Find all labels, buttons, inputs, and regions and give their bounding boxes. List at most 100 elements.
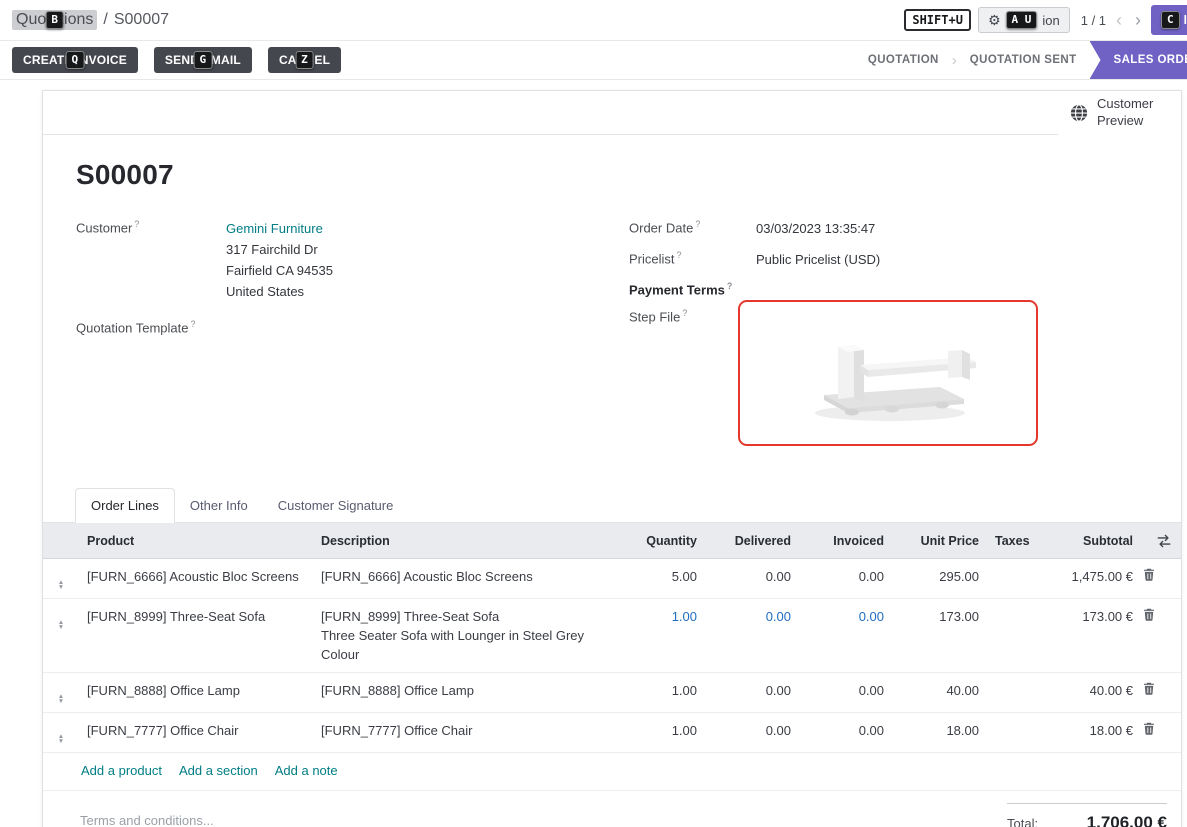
delete-line-button[interactable] <box>1143 568 1155 583</box>
invoiced-cell[interactable]: 0.00 <box>799 673 892 713</box>
delete-line-button[interactable] <box>1143 682 1155 697</box>
invoiced-cell[interactable]: 0.00 <box>799 713 892 753</box>
optional-columns-icon[interactable] <box>1157 534 1171 548</box>
help-marker-icon: ? <box>134 219 139 229</box>
action-toolbar: CREATE INVOICE Q SEND EMAIL G CANCEL Z Q… <box>0 40 1187 80</box>
description-line: [FURN_8999] Three-Seat Sofa <box>321 607 605 626</box>
order-lines-table: ProductDescriptionQuantityDeliveredInvoi… <box>43 523 1181 753</box>
field-value-payment-terms[interactable] <box>756 280 1148 297</box>
description-cell[interactable]: [FURN_8999] Three-Seat SofaThree Seater … <box>313 599 613 673</box>
total-label: Total: <box>1007 816 1038 827</box>
drag-handle-icon[interactable]: ▲▼ <box>58 620 64 630</box>
corner-label-remainder: l <box>1184 13 1187 27</box>
pager-counter: 1 / 1 <box>1081 13 1106 28</box>
drag-handle-cell: ▲▼ <box>43 599 79 673</box>
tab-customer-signature[interactable]: Customer Signature <box>263 489 409 522</box>
quotation-template-field-label: Quotation Template? <box>76 318 226 335</box>
invoiced-cell[interactable]: 0.00 <box>799 599 892 673</box>
description-cell[interactable]: [FURN_8888] Office Lamp <box>313 673 613 713</box>
keyboard-hint-corner: C <box>1161 11 1180 29</box>
create-invoice-button[interactable]: CREATE INVOICE Q <box>12 47 138 73</box>
customer-preview-link[interactable]: Customer Preview <box>1058 91 1181 135</box>
customer-preview-label: Customer Preview <box>1097 96 1161 130</box>
help-marker-icon: ? <box>695 219 700 229</box>
quotation-template-input[interactable] <box>226 318 629 335</box>
delivered-cell[interactable]: 0.00 <box>705 673 799 713</box>
action-menu-button[interactable]: ⚙ A U ion <box>978 7 1070 33</box>
add-a-note-link[interactable]: Add a note <box>275 763 338 778</box>
field-label-pricelist: Pricelist? <box>629 249 756 270</box>
drag-handle-cell: ▲▼ <box>43 559 79 599</box>
drag-handle-cell: ▲▼ <box>43 713 79 753</box>
quantity-cell[interactable]: 5.00 <box>613 559 705 599</box>
status-step-quotation-sent[interactable]: QUOTATION SENT <box>957 41 1090 79</box>
help-marker-icon: ? <box>677 250 682 260</box>
unit-price-cell[interactable]: 40.00 <box>892 673 987 713</box>
add-a-section-link[interactable]: Add a section <box>179 763 258 778</box>
field-pricelist: Pricelist?Public Pricelist (USD) <box>629 249 1148 270</box>
customer-field-value: Gemini Furniture 317 Fairchild DrFairfie… <box>226 218 629 302</box>
product-cell[interactable]: [FURN_8999] Three-Seat Sofa <box>79 599 313 673</box>
step-file-image[interactable] <box>738 300 1038 446</box>
unit-price-cell[interactable]: 295.00 <box>892 559 987 599</box>
description-cell[interactable]: [FURN_6666] Acoustic Bloc Screens <box>313 559 613 599</box>
field-value-step-file[interactable] <box>738 307 1148 446</box>
field-order-date: Order Date?03/03/2023 13:35:47 <box>629 218 1148 239</box>
help-marker-icon: ? <box>191 319 196 329</box>
sheet-divider <box>43 91 1058 135</box>
unit-price-cell[interactable]: 18.00 <box>892 713 987 753</box>
cancel-button[interactable]: CANCEL Z <box>268 47 341 73</box>
description-cell[interactable]: [FURN_7777] Office Chair <box>313 713 613 753</box>
table-body: ▲▼[FURN_6666] Acoustic Bloc Screens[FURN… <box>43 559 1181 753</box>
quantity-cell[interactable]: 1.00 <box>613 713 705 753</box>
field-label-text: Payment Terms <box>629 282 725 297</box>
invoiced-cell[interactable]: 0.00 <box>799 559 892 599</box>
delete-line-button[interactable] <box>1143 608 1155 623</box>
step-file-3d-render <box>772 317 1004 429</box>
product-cell[interactable]: [FURN_8888] Office Lamp <box>79 673 313 713</box>
customer-field-label: Customer? <box>76 218 226 302</box>
pager-next-icon[interactable]: › <box>1132 11 1144 29</box>
field-value-order-date[interactable]: 03/03/2023 13:35:47 <box>756 218 1148 239</box>
product-cell[interactable]: [FURN_6666] Acoustic Bloc Screens <box>79 559 313 599</box>
quantity-cell[interactable]: 1.00 <box>613 599 705 673</box>
drag-handle-icon[interactable]: ▲▼ <box>58 580 64 590</box>
field-value-pricelist[interactable]: Public Pricelist (USD) <box>756 249 1148 270</box>
customer-link[interactable]: Gemini Furniture <box>226 221 323 236</box>
delete-line-button[interactable] <box>1143 722 1155 737</box>
add-a-product-link[interactable]: Add a product <box>81 763 162 778</box>
record-title: S00007 <box>76 159 1148 191</box>
line-add-links: Add a product Add a section Add a note <box>43 753 1181 791</box>
subtotal-cell: 1,475.00 € <box>1039 559 1141 599</box>
record-action-buttons: CREATE INVOICE Q SEND EMAIL G CANCEL Z <box>12 41 341 79</box>
product-cell[interactable]: [FURN_7777] Office Chair <box>79 713 313 753</box>
column-header-description: Description <box>313 523 613 558</box>
quantity-cell[interactable]: 1.00 <box>613 673 705 713</box>
send-email-button[interactable]: SEND EMAIL G <box>154 47 252 73</box>
column-header-handle <box>43 523 79 558</box>
delivered-cell[interactable]: 0.00 <box>705 559 799 599</box>
terms-placeholder[interactable]: Terms and conditions... <box>80 813 214 827</box>
status-step-quotation[interactable]: QUOTATION <box>855 41 952 79</box>
taxes-cell[interactable] <box>987 713 1039 753</box>
taxes-cell[interactable] <box>987 673 1039 713</box>
subtotal-cell: 173.00 € <box>1039 599 1141 673</box>
breadcrumb-quotations-link[interactable]: Quotations B <box>12 10 97 30</box>
trash-icon <box>1143 682 1155 695</box>
taxes-cell[interactable] <box>987 599 1039 673</box>
delivered-cell[interactable]: 0.00 <box>705 713 799 753</box>
clipped-corner-button[interactable]: C l <box>1151 5 1187 35</box>
tab-order-lines[interactable]: Order Lines <box>75 488 175 523</box>
column-header-options[interactable] <box>1141 523 1181 558</box>
delete-line-cell <box>1141 559 1181 599</box>
tab-other-info[interactable]: Other Info <box>175 489 263 522</box>
status-step-sales-order[interactable]: SALES ORDER <box>1090 41 1187 79</box>
unit-price-cell[interactable]: 173.00 <box>892 599 987 673</box>
drag-handle-icon[interactable]: ▲▼ <box>58 694 64 704</box>
drag-handle-icon[interactable]: ▲▼ <box>58 734 64 744</box>
customer-address-line: Fairfield CA 94535 <box>226 260 629 281</box>
pager-previous-icon[interactable]: ‹ <box>1113 11 1125 29</box>
delete-line-cell <box>1141 713 1181 753</box>
taxes-cell[interactable] <box>987 559 1039 599</box>
delivered-cell[interactable]: 0.00 <box>705 599 799 673</box>
